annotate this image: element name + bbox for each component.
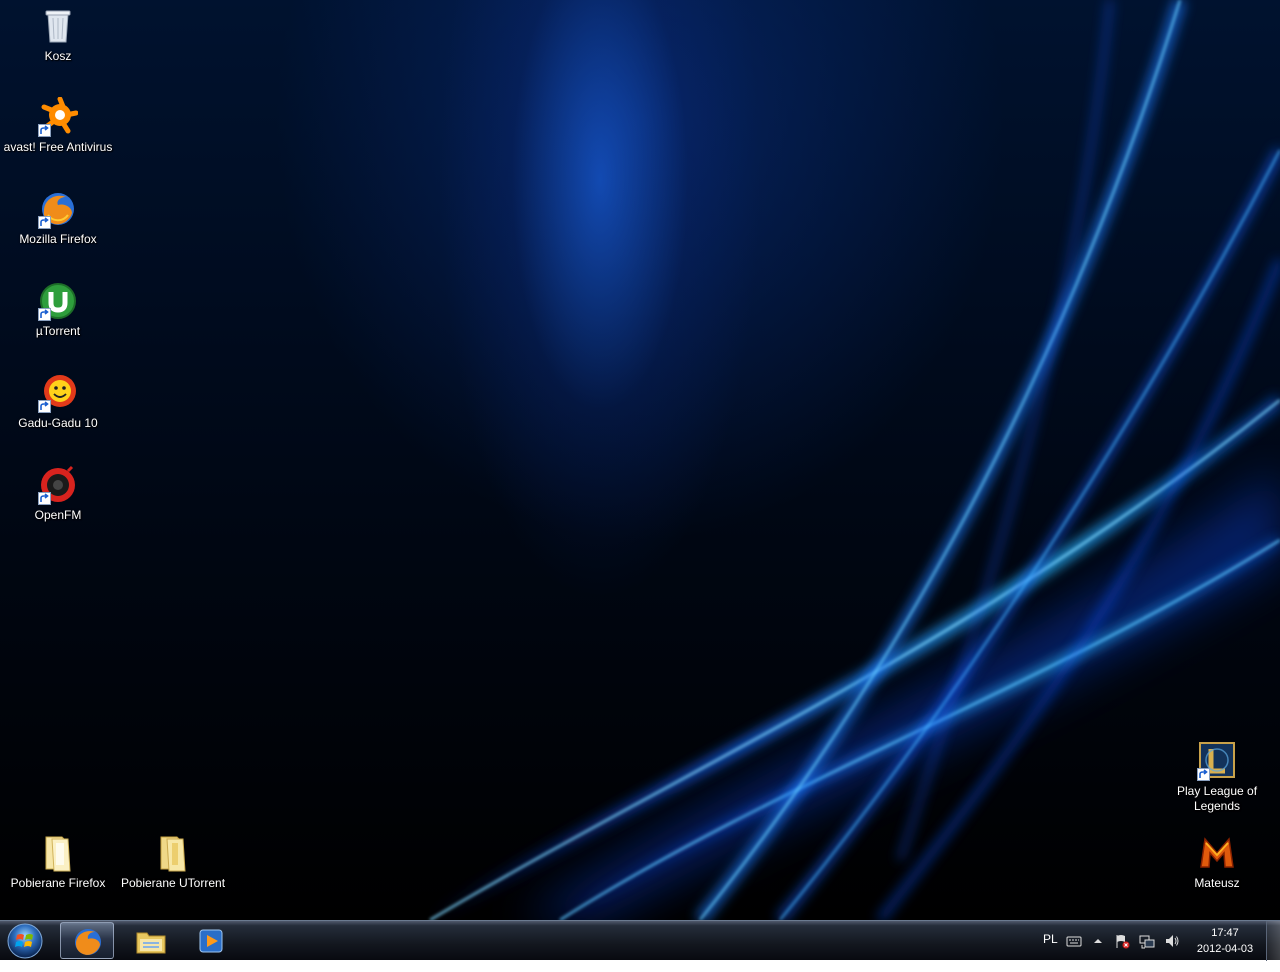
language-indicator[interactable]: PL	[1043, 932, 1058, 972]
show-hidden-icons-button[interactable]	[1090, 921, 1104, 961]
shortcut-arrow-icon	[38, 492, 51, 505]
shortcut-arrow-icon	[38, 216, 51, 229]
shortcut-arrow-icon	[38, 308, 51, 321]
shortcut-arrow-icon	[38, 124, 51, 137]
folder-icon	[38, 833, 78, 873]
taskbar-media-player-button[interactable]	[184, 922, 238, 959]
desktop-icon-label: Mateusz	[1194, 876, 1240, 890]
media-player-icon	[199, 929, 223, 953]
shortcut-arrow-icon	[1197, 768, 1210, 781]
clock[interactable]: 17:47 2012-04-03	[1190, 925, 1260, 957]
league-of-legends-icon	[1197, 741, 1237, 781]
start-button[interactable]	[5, 922, 45, 960]
taskbar-explorer-button[interactable]	[124, 922, 178, 959]
windows-orb-icon	[7, 923, 43, 959]
taskbar-firefox-button[interactable]	[60, 922, 114, 959]
desktop-icon-label: OpenFM	[34, 508, 82, 522]
desktop-icon-firefox[interactable]: Mozilla Firefox	[0, 189, 116, 247]
taskbar: PL 17:47 2012-04-03	[0, 920, 1280, 961]
gadu-gadu-icon	[38, 373, 78, 413]
network-icon	[1139, 935, 1155, 949]
openfm-icon	[38, 465, 78, 505]
desktop-icon-folder-pobierane-firefox[interactable]: Pobierane Firefox	[0, 833, 116, 891]
desktop-icon-league-of-legends[interactable]: Play League of Legends	[1159, 741, 1275, 814]
firefox-icon	[38, 189, 78, 229]
keyboard-tray-button[interactable]	[1064, 921, 1084, 961]
volume-tray-button[interactable]	[1162, 921, 1182, 961]
desktop-icon-folder-pobierane-utorrent[interactable]: Pobierane UTorrent	[115, 833, 231, 891]
firefox-icon	[75, 929, 101, 955]
utorrent-icon	[38, 281, 78, 321]
desktop-wallpaper: Kosz avast! Free Antivirus Mozilla Firef…	[0, 0, 1280, 920]
desktop-icon-gadu-gadu[interactable]: Gadu-Gadu 10	[0, 373, 116, 431]
desktop-icon-label: Play League of Legends	[1176, 784, 1258, 813]
keyboard-icon	[1066, 936, 1082, 947]
action-center-flag-icon	[1116, 935, 1130, 949]
clock-date: 2012-04-03	[1196, 943, 1254, 955]
clock-time: 17:47	[1211, 927, 1239, 939]
desktop-icon-mateusz[interactable]: Mateusz	[1159, 833, 1275, 891]
shortcut-arrow-icon	[38, 400, 51, 413]
desktop-icon-recycle-bin[interactable]: Kosz	[0, 6, 116, 64]
desktop-icon-label: Kosz	[44, 49, 72, 63]
speaker-icon	[1166, 935, 1179, 947]
desktop-icon-label: Gadu-Gadu 10	[18, 416, 98, 430]
chevron-up-icon	[1094, 939, 1102, 943]
avast-icon	[38, 97, 78, 137]
network-tray-button[interactable]	[1137, 921, 1157, 961]
desktop-icon-openfm[interactable]: OpenFM	[0, 465, 116, 523]
mateusz-m-icon	[1197, 833, 1237, 873]
desktop-icon-label: Mozilla Firefox	[19, 232, 97, 246]
explorer-folder-icon	[136, 932, 166, 954]
desktop-icon-avast[interactable]: avast! Free Antivirus	[0, 97, 116, 155]
folder-icon	[153, 833, 193, 873]
desktop-icon-label: Pobierane Firefox	[10, 876, 106, 890]
desktop-icon-label: avast! Free Antivirus	[3, 140, 113, 154]
show-desktop-button[interactable]	[1266, 921, 1280, 961]
recycle-bin-icon	[38, 6, 78, 46]
desktop-icon-label: µTorrent	[35, 324, 81, 338]
wallpaper-light-streaks	[426, 0, 1280, 920]
desktop-icon-utorrent[interactable]: µTorrent	[0, 281, 116, 339]
desktop-icon-label: Pobierane UTorrent	[120, 876, 226, 890]
action-center-button[interactable]	[1112, 921, 1132, 961]
